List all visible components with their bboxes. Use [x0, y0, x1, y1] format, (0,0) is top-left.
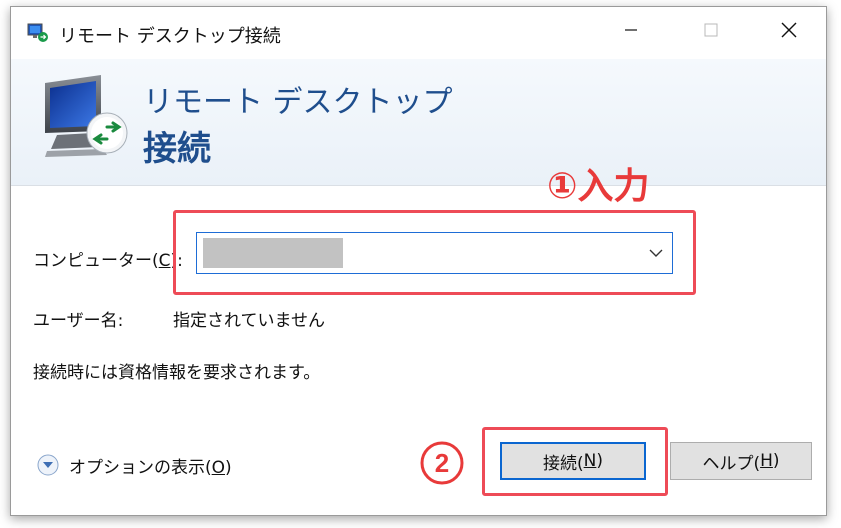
connect-button[interactable]: 接続(N) — [500, 442, 646, 480]
close-button[interactable] — [752, 7, 826, 53]
title-bar[interactable]: リモート デスクトップ接続 — [11, 7, 826, 59]
chevron-down-icon[interactable] — [648, 246, 664, 260]
annotation-step1-input: ①入力 — [547, 166, 650, 207]
remote-desktop-app-icon — [27, 23, 48, 42]
banner-title-line1: リモート デスクトップ — [143, 85, 453, 120]
computer-label: コンピューター(C): — [33, 251, 183, 271]
window-title: リモート デスクトップ接続 — [59, 26, 281, 47]
username-label: ユーザー名: — [33, 311, 124, 331]
credential-note: 接続時には資格情報を要求されます。 — [33, 363, 321, 383]
help-button[interactable]: ヘルプ(H) — [670, 442, 812, 480]
minimize-button[interactable] — [594, 7, 668, 53]
redacted-computer-name — [203, 238, 343, 268]
remote-desktop-monitor-icon — [45, 75, 128, 157]
show-options-toggle[interactable]: オプションの表示(O) — [37, 453, 232, 478]
minimize-icon — [625, 29, 637, 31]
banner-title-line2: 接続 — [143, 129, 211, 169]
username-value: 指定されていません — [173, 311, 325, 331]
computer-combobox[interactable] — [196, 232, 673, 274]
maximize-icon — [704, 23, 718, 37]
maximize-button[interactable] — [674, 7, 748, 53]
header-banner: リモート デスクトップ 接続 — [11, 59, 826, 186]
annotation-step2-number: 2 — [435, 448, 449, 478]
close-icon — [781, 22, 797, 38]
show-options-label: オプションの表示(O) — [69, 457, 232, 478]
remote-desktop-window: リモート デスクトップ接続 リモート デスクトップ 接続 ①入力 コンピューター… — [10, 6, 827, 516]
chevron-down-circle-icon — [37, 454, 59, 476]
annotation-step2-badge: 2 — [420, 441, 464, 485]
